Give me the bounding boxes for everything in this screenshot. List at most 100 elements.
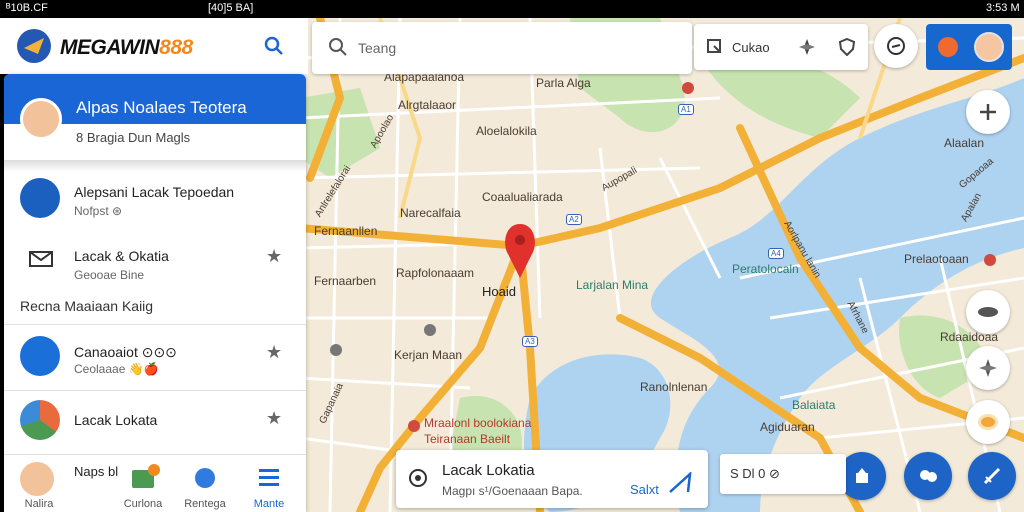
map-label-b12: Mraalonl boolokiana <box>424 416 532 430</box>
place-pin-3[interactable] <box>408 420 420 432</box>
layers-icon[interactable] <box>706 38 722 54</box>
fire-icon <box>938 37 958 57</box>
section-divider <box>4 324 306 325</box>
route-badge-3: A3 <box>522 336 538 347</box>
sparkle-icon <box>20 336 60 376</box>
star-icon[interactable]: ★ <box>266 408 282 429</box>
row-divider <box>4 390 306 391</box>
map-label-b10: Ranolnlenan <box>640 380 708 394</box>
list-item[interactable]: Lacak Lokata ★ <box>4 398 306 444</box>
target-icon <box>409 469 427 487</box>
list-item-sub: Geooae Bine <box>74 268 145 282</box>
chat-bubble-button[interactable] <box>874 24 918 68</box>
layers-button[interactable] <box>966 290 1010 334</box>
list-item-title: Lacak & Okatia <box>74 248 169 264</box>
map-canvas[interactable]: A1 A2 A3 A4 Alapapaalanoa Parla Alga Alr… <box>300 18 1024 512</box>
map-label-r1: Prelaotoaan <box>904 252 969 266</box>
place-pin-4[interactable] <box>984 254 996 266</box>
notification-badge <box>148 464 160 476</box>
brand-logo-text: MEGAWIN888 <box>60 36 193 60</box>
list-item-title: Canaoaiot ⊙⊙⊙ <box>74 344 177 360</box>
directions-icon <box>983 467 1001 485</box>
group-button[interactable] <box>904 452 952 500</box>
zoom-in-button[interactable] <box>966 90 1010 134</box>
map-search-input[interactable]: Teang <box>358 40 396 56</box>
list-item[interactable]: Alepsani Lacak Tepoedan Nofpst ⊛ <box>4 174 306 228</box>
coordinate-readout: S Dl 0 ⊘ <box>720 454 846 494</box>
map-label-b7: Hoaid <box>482 284 516 299</box>
map-pin-icon <box>20 400 60 440</box>
place-pin-5[interactable] <box>682 82 694 94</box>
map-label-r3: Alaalan <box>944 136 985 150</box>
star-icon[interactable]: ★ <box>266 342 282 363</box>
row-divider <box>4 454 306 455</box>
nav-label: Nalira <box>24 498 54 510</box>
star-badge-icon <box>20 178 60 218</box>
map-label-b13: Teiranaan Baeilt <box>424 432 511 446</box>
status-time: 3:53 M <box>986 2 1020 14</box>
nav-profile-title: Naps bl <box>74 464 119 479</box>
shield-icon[interactable] <box>838 38 856 56</box>
location-card-subtitle: Magpı s¹/Goenaaan Bapa. <box>442 484 583 498</box>
list-item-sub: Nofpst ⊛ <box>74 204 123 218</box>
list-item-title: Lacak Lokata <box>74 412 158 428</box>
map-search-box[interactable]: Teang <box>312 22 692 74</box>
map-label-b9: Fernaanllen <box>314 224 378 238</box>
map-tools-cluster: Cukao <box>694 24 868 70</box>
route-badge-1: A1 <box>678 104 694 115</box>
egg-icon <box>978 414 998 430</box>
avatar <box>974 32 1004 62</box>
bottom-nav: Naps bl Nalira Curlona Rentega Mante <box>4 458 306 512</box>
status-left: ᴮ10B.CF <box>6 2 48 14</box>
location-card[interactable]: Lacak Lokatia Magpı s¹/Goenaaan Bapa. Sa… <box>396 450 708 508</box>
map-label-w3: Balaiata <box>792 398 836 412</box>
route-badge-4: A4 <box>768 248 784 259</box>
avatar <box>20 462 54 496</box>
map-label-b6: Rapfolonaaam <box>396 266 475 280</box>
profile-avatar[interactable] <box>20 98 62 140</box>
star-icon[interactable]: ★ <box>266 246 282 267</box>
map-label-b11: Agiduaran <box>760 420 815 434</box>
list-item-sub: Ceolaaae 👋🍎 <box>74 362 159 376</box>
search-icon <box>329 38 347 56</box>
navigate-icon <box>979 359 997 377</box>
map-label-w1: Larjalan Mina <box>576 278 649 292</box>
map-label-top2: Parla Alga <box>536 76 591 90</box>
map-label-b3: Coaalualiarada <box>482 190 563 204</box>
panel-divider <box>4 160 306 172</box>
compass-icon[interactable] <box>798 38 816 56</box>
plus-icon <box>980 104 996 120</box>
panel-subtitle: 8 Bragia Dun Magls <box>76 130 191 145</box>
location-card-title: Lacak Lokatia <box>442 462 535 479</box>
list-item-title: Alepsani Lacak Tepoedan <box>74 184 235 200</box>
directions-button[interactable] <box>968 452 1016 500</box>
app-root: ᴮ10B.CF [40]5 BA] 3:53 M A1 A2 A3 A4 Ala… <box>0 0 1024 512</box>
egg-button[interactable] <box>966 400 1010 444</box>
account-button[interactable] <box>926 24 1012 70</box>
cluster-label[interactable]: Cukao <box>732 40 770 55</box>
map-label-b8: Kerjan Maan <box>394 348 463 362</box>
place-pin-2[interactable] <box>424 324 436 336</box>
chat-icon <box>887 37 905 55</box>
map-label-b5: Fernaarben <box>314 274 377 288</box>
status-mid: [40]5 BA] <box>208 2 254 14</box>
share-icon <box>856 468 868 483</box>
location-card-action[interactable]: Salxt <box>630 482 659 497</box>
panel-title: Alpas Noalaes Teotera <box>76 98 247 117</box>
place-pin-1[interactable] <box>330 344 342 356</box>
list-item[interactable]: Canaoaiot ⊙⊙⊙ Ceolaaae 👋🍎 ★ <box>4 334 306 380</box>
brand-logo-icon <box>17 29 51 63</box>
app-header: MEGAWIN888 <box>0 18 308 74</box>
brand-number: 888 <box>159 36 193 59</box>
header-search-icon[interactable] <box>264 36 284 56</box>
nav-label: Rentega <box>184 498 226 510</box>
map-label-w2: Peratolocaln <box>732 262 799 276</box>
navigation-button[interactable] <box>966 346 1010 390</box>
send-arrow-icon[interactable] <box>668 472 694 494</box>
nav-label: Curlona <box>123 498 163 510</box>
brand-word: MEGAWIN <box>60 36 160 59</box>
eye-icon <box>978 307 998 317</box>
mail-icon <box>29 251 53 267</box>
side-panel: Alpas Noalaes Teotera 8 Bragia Dun Magls… <box>4 74 306 512</box>
list-item[interactable]: Lacak & Okatia Geooae Bine ★ <box>4 240 306 284</box>
